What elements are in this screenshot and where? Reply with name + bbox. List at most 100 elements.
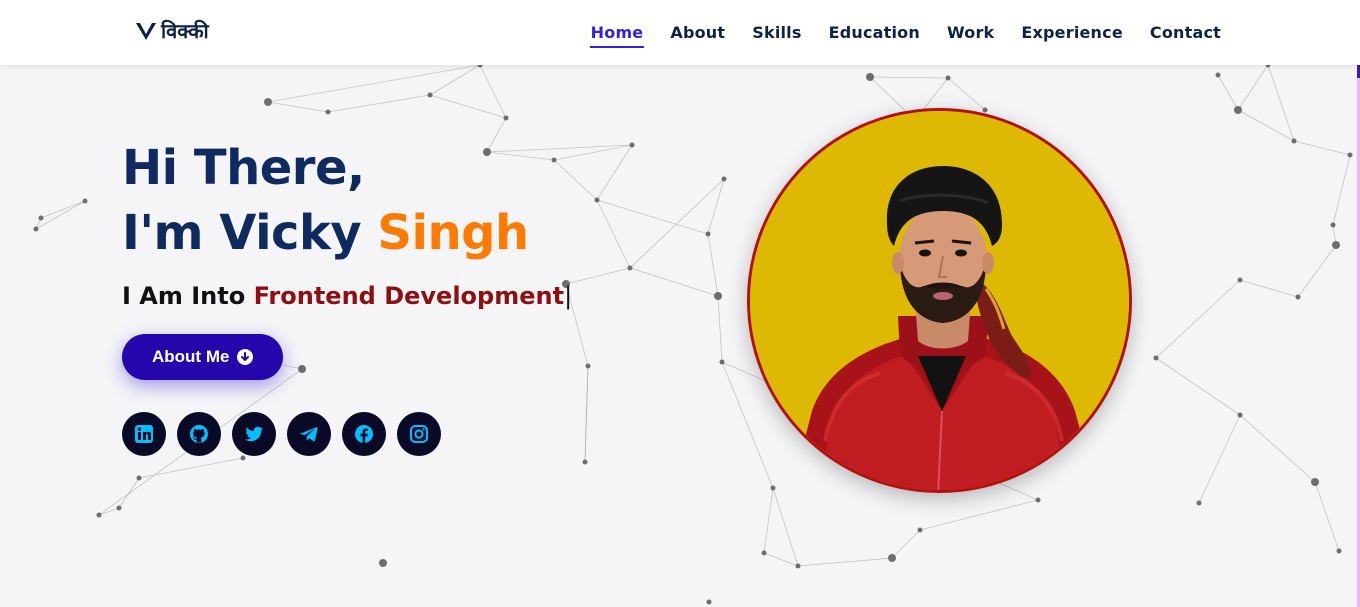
network-node xyxy=(761,550,767,556)
typed-text: Frontend Development xyxy=(253,282,565,310)
github-link[interactable] xyxy=(177,412,221,456)
network-node xyxy=(38,215,44,221)
network-node xyxy=(264,98,272,106)
typed-prefix: I Am Into xyxy=(122,282,254,310)
network-node xyxy=(706,599,712,605)
network-line xyxy=(429,94,507,119)
network-node xyxy=(629,142,635,148)
network-node xyxy=(1215,72,1221,78)
hero-name: I'm Vicky Singh xyxy=(122,198,572,268)
about-me-button[interactable]: About Me xyxy=(122,334,284,380)
facebook-link[interactable] xyxy=(342,412,386,456)
nav-link-contact[interactable]: Contact xyxy=(1149,19,1222,46)
network-node xyxy=(585,363,591,369)
network-node xyxy=(1291,138,1297,144)
telegram-link[interactable] xyxy=(287,412,331,456)
network-node xyxy=(503,115,509,121)
linkedin-icon xyxy=(135,425,153,443)
network-line xyxy=(98,507,120,516)
network-line xyxy=(35,200,86,230)
network-line xyxy=(707,178,725,235)
profile-photo xyxy=(747,108,1132,493)
network-line xyxy=(1239,414,1316,483)
network-node xyxy=(1295,294,1301,300)
network-node xyxy=(1347,152,1353,158)
network-node xyxy=(1311,478,1319,486)
social-links xyxy=(122,412,572,456)
network-node xyxy=(325,109,331,115)
hero-section: Hi There, I'm Vicky Singh I Am Into Fron… xyxy=(122,138,572,456)
about-me-button-label: About Me xyxy=(152,347,230,366)
network-node xyxy=(888,554,896,562)
network-line xyxy=(947,77,986,111)
network-line xyxy=(1267,64,1295,142)
network-node xyxy=(1336,548,1342,554)
network-line xyxy=(1155,279,1241,359)
network-line xyxy=(267,101,329,113)
network-node xyxy=(1237,277,1243,283)
network-node xyxy=(982,107,988,113)
nav-link-experience[interactable]: Experience xyxy=(1020,19,1124,46)
network-node xyxy=(96,512,102,518)
twitter-link[interactable] xyxy=(232,412,276,456)
network-node xyxy=(1237,412,1243,418)
network-line xyxy=(596,199,631,269)
network-line xyxy=(479,64,507,119)
brand-logo[interactable]: विक्की xyxy=(135,17,209,44)
telegram-icon xyxy=(299,427,318,442)
navbar: विक्की Home About Skills Education Work … xyxy=(0,0,1360,65)
network-line xyxy=(629,267,719,297)
network-line xyxy=(1155,357,1241,416)
nav-link-education[interactable]: Education xyxy=(828,19,921,46)
network-node xyxy=(240,455,246,461)
network-line xyxy=(707,233,719,297)
network-node xyxy=(136,475,142,481)
network-line xyxy=(919,499,1039,531)
network-node xyxy=(705,231,711,237)
network-line xyxy=(1237,109,1295,142)
typing-cursor: | xyxy=(564,282,573,310)
network-node xyxy=(721,176,727,182)
profile-portrait-image xyxy=(750,111,1129,490)
network-line xyxy=(596,199,709,235)
network-line xyxy=(327,94,431,113)
network-node xyxy=(1035,497,1041,503)
nav-link-about[interactable]: About xyxy=(669,19,726,46)
network-node xyxy=(795,563,801,569)
network-node xyxy=(582,459,588,465)
network-node xyxy=(1153,355,1159,361)
network-line xyxy=(565,267,631,285)
linkedin-link[interactable] xyxy=(122,412,166,456)
hero-name-prefix: I'm Vicky xyxy=(122,205,378,261)
nav-link-work[interactable]: Work xyxy=(946,19,995,46)
network-node xyxy=(1234,106,1242,114)
network-line xyxy=(40,200,86,219)
network-line xyxy=(869,76,949,79)
network-node xyxy=(1330,222,1336,228)
network-line xyxy=(1237,64,1269,111)
network-node xyxy=(719,359,725,365)
network-line xyxy=(891,529,921,559)
network-line xyxy=(772,487,799,567)
network-line xyxy=(1332,154,1351,226)
network-line xyxy=(763,487,774,554)
instagram-link[interactable] xyxy=(397,412,441,456)
network-line xyxy=(1297,244,1337,298)
network-line xyxy=(118,477,140,509)
network-line xyxy=(717,295,723,363)
network-line xyxy=(267,64,481,103)
instagram-icon xyxy=(410,425,428,443)
network-node xyxy=(714,292,722,300)
network-line xyxy=(138,457,244,479)
arrow-circle-down-icon xyxy=(237,349,254,365)
v-logo-icon xyxy=(136,22,156,40)
network-line xyxy=(1239,279,1299,298)
nav-link-skills[interactable]: Skills xyxy=(751,19,802,46)
nav-link-home[interactable]: Home xyxy=(589,19,645,48)
network-node xyxy=(33,226,39,232)
hero-typed-line: I Am Into Frontend Development| xyxy=(122,282,572,310)
main-nav: Home About Skills Education Work Experie… xyxy=(589,0,1222,65)
hero-greeting: Hi There, xyxy=(122,140,365,196)
network-node xyxy=(770,485,776,491)
network-line xyxy=(1198,414,1241,504)
